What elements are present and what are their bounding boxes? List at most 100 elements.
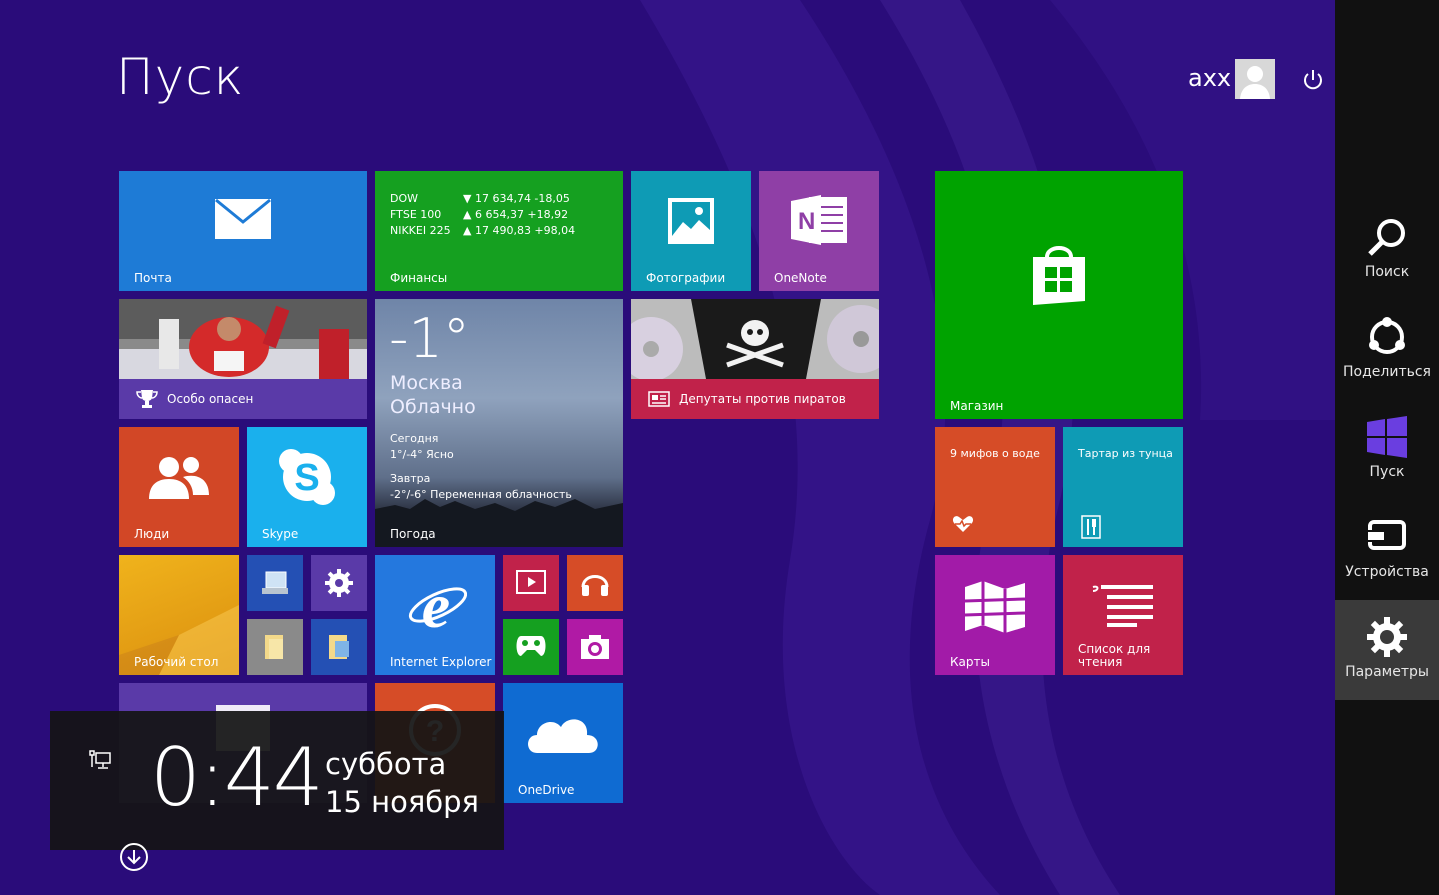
tile-video[interactable] <box>503 555 559 611</box>
weather-today-value: 1°/-4° Ясно <box>390 448 454 461</box>
skype-icon: S <box>279 449 335 505</box>
tile-label: Финансы <box>390 271 448 285</box>
video-icon <box>516 570 546 594</box>
tile-mail[interactable]: Почта <box>119 171 367 291</box>
page-title: Пуск <box>116 48 245 106</box>
tile-weather[interactable]: -1° Москва Облачно Сегодня 1°/-4° Ясно З… <box>375 299 623 547</box>
svg-text:N: N <box>798 208 815 235</box>
tile-headline: 9 мифов о воде <box>950 447 1040 460</box>
news-photo <box>631 299 879 379</box>
tile-desktop[interactable]: Рабочий стол <box>119 555 239 675</box>
svg-text:e: e <box>422 575 450 637</box>
gear-icon <box>325 569 353 597</box>
tile-label: Фотографии <box>646 271 726 285</box>
tile-health[interactable]: 9 мифов о воде <box>935 427 1055 547</box>
tile-news[interactable]: Депутаты против пиратов <box>631 299 879 419</box>
tile-internet-explorer[interactable]: e Internet Explorer <box>375 555 495 675</box>
charm-label: Устройства <box>1345 564 1429 580</box>
charm-label: Поделиться <box>1343 364 1431 380</box>
finance-value: ▲ 17 490,83 +98,04 <box>463 224 576 237</box>
charm-settings[interactable]: Параметры <box>1335 600 1439 700</box>
tile-label: OneNote <box>774 271 827 285</box>
finance-row: DOW ▼ 17 634,74 -18,05 <box>390 191 575 207</box>
cloud-icon <box>528 719 598 753</box>
tile-reading-list[interactable]: Список для чтения <box>1063 555 1183 675</box>
finance-table: DOW ▼ 17 634,74 -18,05 FTSE 100 ▲ 6 654,37… <box>390 191 575 239</box>
gear-icon <box>1367 617 1407 657</box>
tile-music[interactable] <box>567 555 623 611</box>
tile-people[interactable]: Люди <box>119 427 239 547</box>
devices-icon <box>1366 520 1406 550</box>
share-icon <box>1369 317 1405 354</box>
envelope-icon <box>215 198 271 239</box>
charms-bar: Поиск Поделиться Пуск Устройства Парамет… <box>1335 0 1439 895</box>
tile-documents[interactable] <box>247 619 303 675</box>
tile-maps[interactable]: Карты <box>935 555 1055 675</box>
weather-temperature: -1° <box>389 307 470 370</box>
clock-weekday: суббота <box>325 747 447 781</box>
trophy-icon <box>136 390 158 408</box>
search-icon <box>1368 219 1405 256</box>
finance-index: DOW <box>390 192 419 205</box>
charm-label: Пуск <box>1369 464 1405 480</box>
finance-row: NIKKEI 225 ▲ 17 490,83 +98,04 <box>390 223 575 239</box>
charm-label: Поиск <box>1364 264 1410 280</box>
tile-label: Карты <box>950 655 990 669</box>
tile-games[interactable] <box>503 619 559 675</box>
headphones-icon <box>581 575 609 596</box>
person-icon <box>1235 59 1275 99</box>
tile-label: Погода <box>390 527 436 541</box>
tile-label: OneDrive <box>518 783 575 797</box>
user-avatar[interactable] <box>1235 59 1275 99</box>
weather-condition: Облачно <box>390 396 476 418</box>
charm-devices[interactable]: Устройства <box>1335 500 1439 600</box>
charm-search[interactable]: Поиск <box>1335 200 1439 300</box>
folder-icon <box>265 635 283 659</box>
tile-camera[interactable] <box>567 619 623 675</box>
tile-onedrive[interactable]: OneDrive <box>503 683 623 803</box>
tile-store[interactable]: Магазин <box>935 171 1183 419</box>
clock-day-month: 15 ноября <box>325 785 480 819</box>
sport-photo <box>119 299 367 379</box>
map-icon <box>964 581 1026 633</box>
charm-start[interactable]: Пуск <box>1335 400 1439 500</box>
tile-label: Люди <box>134 527 170 541</box>
finance-index: FTSE 100 <box>390 208 442 221</box>
tile-label: Список для чтения <box>1078 642 1151 669</box>
file-explorer-icon <box>329 635 349 659</box>
user-name[interactable]: axx <box>1188 64 1231 92</box>
reading-list-icon <box>1092 585 1153 627</box>
finance-value: ▲ 6 654,37 +18,92 <box>463 208 569 221</box>
gamepad-icon <box>516 636 546 656</box>
tile-label: Особо опасен <box>167 392 254 406</box>
tile-sport[interactable]: Особо опасен <box>119 299 367 419</box>
weather-tomorrow-value: -2°/-6° Переменная облачность <box>390 488 572 501</box>
tile-computer[interactable] <box>247 555 303 611</box>
svg-text:S: S <box>294 457 319 499</box>
tile-settings[interactable] <box>311 555 367 611</box>
heart-pulse-icon <box>952 516 974 532</box>
tile-label: Магазин <box>950 399 1004 413</box>
tile-file-explorer[interactable] <box>311 619 367 675</box>
power-icon[interactable] <box>1300 67 1326 93</box>
weather-today-label: Сегодня <box>390 432 439 445</box>
tile-label: Skype <box>262 527 299 541</box>
tile-photos[interactable]: Фотографии <box>631 171 751 291</box>
sport-caption-bar: Особо опасен <box>119 379 367 419</box>
camera-icon <box>581 635 609 659</box>
people-icon <box>149 457 209 499</box>
tile-food[interactable]: Тартар из тунца <box>1063 427 1183 547</box>
finance-value: ▼ 17 634,74 -18,05 <box>463 192 570 205</box>
windows-logo-icon <box>1367 416 1407 458</box>
tile-label: Internet Explorer <box>390 655 492 669</box>
tile-finance[interactable]: DOW ▼ 17 634,74 -18,05 FTSE 100 ▲ 6 654,37… <box>375 171 623 291</box>
fork-knife-icon <box>1081 515 1101 539</box>
tile-label: Рабочий стол <box>134 655 219 669</box>
all-apps-arrow-icon[interactable] <box>119 842 149 872</box>
charm-share[interactable]: Поделиться <box>1335 300 1439 400</box>
onenote-icon: N <box>791 195 847 245</box>
tile-onenote[interactable]: N OneNote <box>759 171 879 291</box>
tile-headline: Тартар из тунца <box>1078 447 1173 460</box>
finance-index: NIKKEI 225 <box>390 224 451 237</box>
tile-skype[interactable]: S Skype <box>247 427 367 547</box>
